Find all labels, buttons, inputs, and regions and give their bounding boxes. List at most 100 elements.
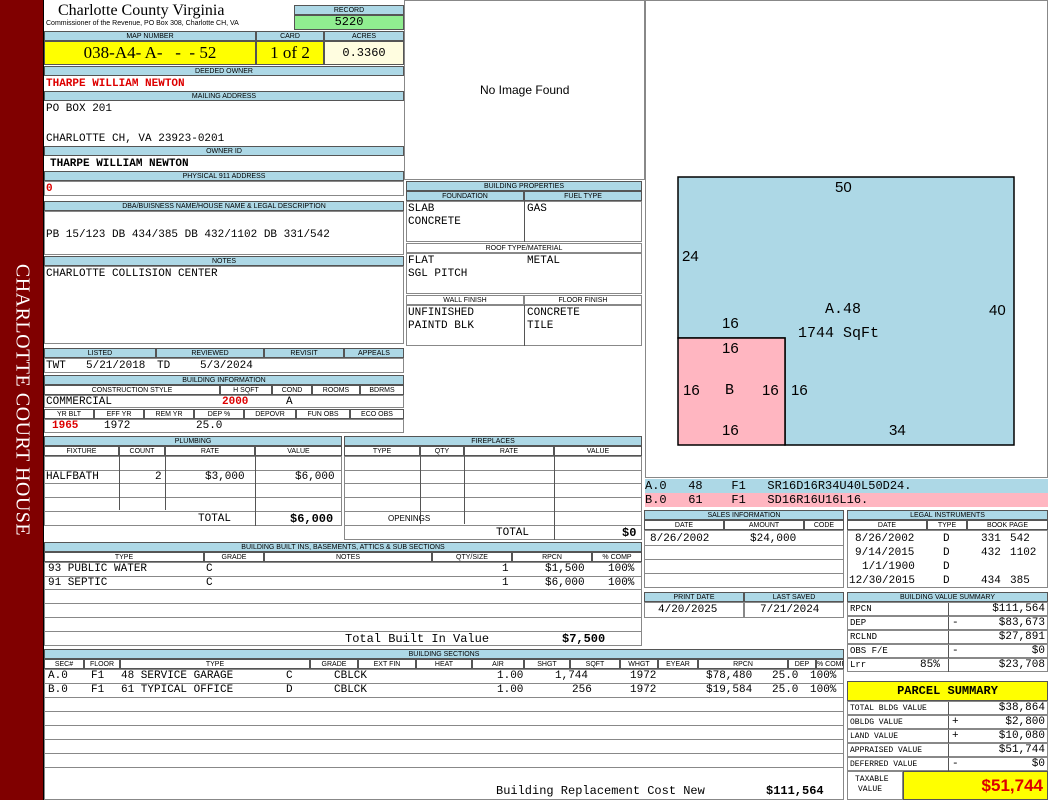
roof-label: ROOF TYPE/MATERIAL bbox=[406, 243, 642, 253]
parcel-row: LAND VALUE + $10,080 bbox=[847, 729, 1048, 743]
finish-divider bbox=[524, 305, 525, 346]
bi-notes-label: NOTES bbox=[264, 552, 432, 562]
parcel-label: TOTAL BLDG VALUE bbox=[850, 704, 927, 713]
map-number-label: MAP NUMBER bbox=[44, 31, 256, 41]
foundation-1: SLAB bbox=[408, 203, 435, 215]
section-a-sqft: 1,744 bbox=[555, 670, 589, 682]
parcel-value: $51,744 bbox=[998, 744, 1045, 756]
section-a-floor: F1 bbox=[91, 670, 105, 682]
bvs-divider bbox=[948, 617, 949, 630]
section-b-eyear: 1972 bbox=[630, 684, 657, 696]
fuel-type: GAS bbox=[527, 203, 547, 215]
bvs-value: $23,708 bbox=[998, 659, 1045, 671]
bi-grade-label: GRADE bbox=[204, 552, 264, 562]
dim-b-left: 16 bbox=[683, 382, 700, 399]
fp-rate-label: RATE bbox=[464, 446, 554, 456]
sections-title: BUILDING SECTIONS bbox=[44, 649, 844, 659]
parcel-row: OBLDG VALUE + $2,800 bbox=[847, 715, 1048, 729]
builtin-qty-1: 1 bbox=[502, 563, 509, 575]
bvs-label: DEP bbox=[850, 618, 867, 628]
builtin-total-label: Total Built In Value bbox=[345, 632, 490, 646]
taxable-label-1: TAXABLE bbox=[855, 775, 889, 784]
deeded-owner: THARPE WILLIAM NEWTON bbox=[46, 78, 185, 90]
floor-finish-2: TILE bbox=[527, 320, 554, 332]
parcel-value: $2,800 bbox=[1005, 716, 1045, 728]
floor-finish-label: FLOOR FINISH bbox=[524, 295, 642, 305]
physical-address-box bbox=[44, 181, 404, 196]
section-b-floor: F1 bbox=[91, 684, 105, 696]
section-a-eyear: 1972 bbox=[630, 670, 657, 682]
builtin-type-2: 91 SEPTIC bbox=[48, 577, 108, 589]
parcel-row: APPRAISED VALUE $51,744 bbox=[847, 743, 1048, 757]
dim-right: 40 bbox=[989, 302, 1006, 319]
parcel-sign: - bbox=[952, 758, 959, 770]
legal-type-4: D bbox=[943, 575, 950, 587]
section-a-dep: 25.0 bbox=[772, 670, 799, 682]
sec-h-dep: DEP bbox=[788, 659, 816, 669]
builtin-comp-1: 100% bbox=[608, 563, 635, 575]
deeded-owner-label: DEEDED OWNER bbox=[44, 66, 404, 76]
bvs-title: BUILDING VALUE SUMMARY bbox=[847, 592, 1048, 602]
bvs-row: RCLND $27,891 bbox=[847, 630, 1048, 644]
fp-value-label: VALUE bbox=[554, 446, 642, 456]
openings-label: OPENINGS bbox=[388, 514, 431, 523]
record-number: 5220 bbox=[294, 15, 404, 30]
roof-1: FLAT bbox=[408, 255, 435, 267]
sketch-line-b: B.0 61 F1 SD16R16U16L16. bbox=[645, 493, 1048, 507]
bvs-value: $83,673 bbox=[998, 617, 1045, 629]
parcel-divider bbox=[948, 744, 949, 757]
owner-id: THARPE WILLIAM NEWTON bbox=[50, 158, 189, 170]
rooms-label: ROOMS bbox=[312, 385, 360, 395]
brcn-label: Building Replacement Cost New bbox=[496, 784, 705, 798]
taxable-value: $51,744 bbox=[903, 771, 1048, 800]
notes-box bbox=[44, 266, 404, 344]
section-a-comp: 100% bbox=[810, 670, 837, 682]
fuel-type-label: FUEL TYPE bbox=[524, 191, 642, 201]
parcel-label: LAND VALUE bbox=[850, 732, 899, 741]
builtin-grade-1: C bbox=[206, 563, 213, 575]
parcel-value: $0 bbox=[1031, 758, 1045, 770]
plumbing-total: $6,000 bbox=[290, 512, 334, 526]
parcel-divider bbox=[948, 702, 949, 715]
sketch-line-a: A.0 48 F1 SR16D16R34U40L50D24. bbox=[645, 479, 1048, 493]
parcel-divider bbox=[948, 716, 949, 729]
parcel-summary-title: PARCEL SUMMARY bbox=[847, 681, 1048, 701]
mailing-address-label: MAILING ADDRESS bbox=[44, 91, 404, 101]
dim-top: 50 bbox=[835, 179, 852, 196]
bvs-value: $0 bbox=[1031, 645, 1045, 657]
cond-label: COND bbox=[272, 385, 312, 395]
sales-date-label: DATE bbox=[644, 520, 724, 530]
fun-obs-label: FUN OBS bbox=[296, 409, 350, 419]
legal-book-1: 331 bbox=[981, 533, 1001, 545]
rem-yr-label: REM YR bbox=[144, 409, 194, 419]
legal-book-4: 434 bbox=[981, 575, 1001, 587]
eff-year: 1972 bbox=[104, 420, 131, 432]
sidebar-banner: CHARLOTTE COURT HOUSE bbox=[0, 0, 44, 800]
wall-finish-2: PAINTD BLK bbox=[408, 320, 475, 332]
parcel-label: DEFERRED VALUE bbox=[850, 760, 918, 769]
acres-value: 0.3360 bbox=[324, 41, 404, 65]
sales-code-label: CODE bbox=[804, 520, 844, 530]
sec-h-air: AIR bbox=[472, 659, 524, 669]
print-date-label: PRINT DATE bbox=[644, 592, 744, 602]
hsqft-label: H SQFT bbox=[220, 385, 272, 395]
sec-h-rpcn: RPCN bbox=[698, 659, 788, 669]
section-b-rpcn: $19,584 bbox=[706, 684, 753, 696]
floor-finish-1: CONCRETE bbox=[527, 307, 580, 319]
bvs-label: RCLND bbox=[850, 632, 878, 642]
wall-finish-1: UNFINISHED bbox=[408, 307, 475, 319]
fireplace-total-label: TOTAL bbox=[496, 527, 530, 539]
sales-title: SALES INFORMATION bbox=[644, 510, 844, 520]
year-row bbox=[44, 419, 404, 433]
dim-left: 24 bbox=[682, 248, 699, 265]
builtin-comp-2: 100% bbox=[608, 577, 635, 589]
fp-qty-label: QTY bbox=[420, 446, 464, 456]
parcel-value: $38,864 bbox=[998, 702, 1045, 714]
bvs-label: RPCN bbox=[850, 604, 872, 614]
legal-date-2: 9/14/2015 bbox=[855, 547, 915, 559]
sec-h-shgt: SHGT bbox=[524, 659, 570, 669]
bvs-value: $27,891 bbox=[998, 631, 1045, 643]
sidebar-title: CHARLOTTE COURT HOUSE bbox=[11, 263, 33, 537]
section-b-comp: 100% bbox=[810, 684, 837, 696]
legal-page-1: 542 bbox=[1010, 533, 1030, 545]
